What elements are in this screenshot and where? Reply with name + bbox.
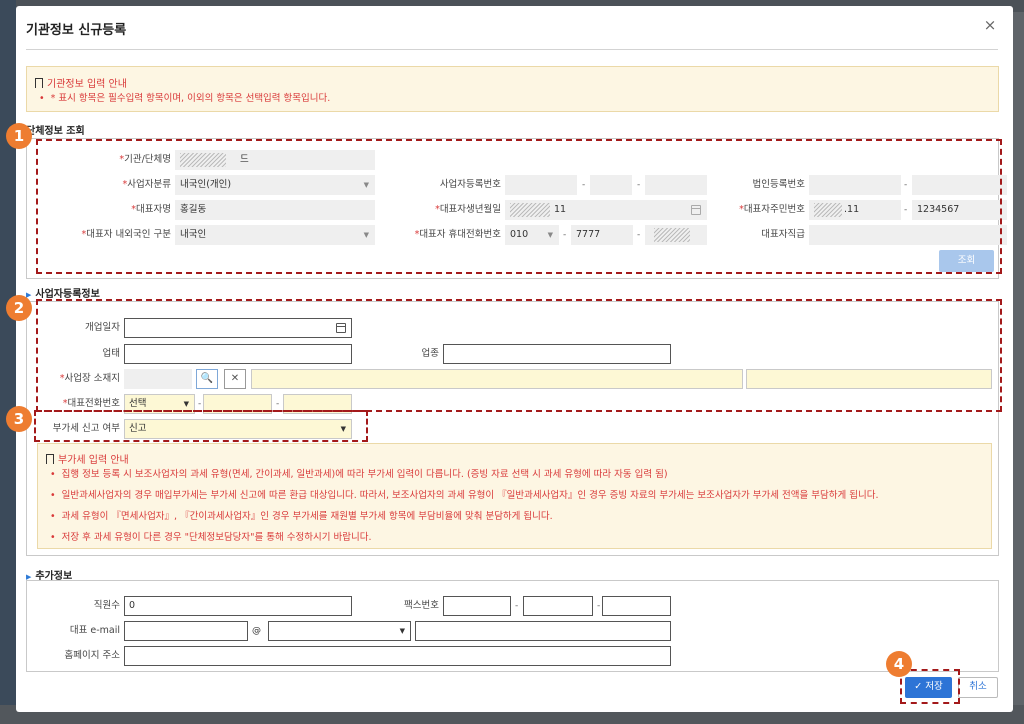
notice-list: * 표시 항목은 필수입력 항목이며, 이외의 항목은 선택입력 항목입니다. [39, 88, 331, 109]
fax-label: 팩스번호 [404, 600, 439, 611]
vat-notice-item: 일반과세사업자의 경우 매입부가세는 부가세 신고에 따른 환급 대상입니다. … [50, 485, 879, 506]
notice-item: * 표시 항목은 필수입력 항목이며, 이외의 항목은 선택입력 항목입니다. [39, 88, 331, 109]
section-heading-org: 단체정보 조회 [26, 126, 85, 137]
bookmark-icon [46, 453, 54, 467]
step-marker-3: 3 [6, 406, 32, 432]
fax-field-1[interactable] [443, 596, 511, 616]
vat-notice-item: 집행 정보 등록 시 보조사업자의 과세 유형(면세, 간이과세, 일반과세)에… [50, 464, 879, 485]
modal-title: 기관정보 신규등록 [26, 23, 127, 38]
close-icon[interactable]: × [980, 15, 1000, 35]
vat-notice-list: 집행 정보 등록 시 보조사업자의 과세 유형(면세, 간이과세, 일반과세)에… [50, 464, 879, 548]
title-divider [26, 49, 998, 50]
bookmark-icon [35, 77, 43, 91]
fax-field-3[interactable] [602, 596, 671, 616]
vat-notice-item: 과세 유형이 『면세사업자』, 『간이과세사업자』인 경우 부가세를 재원별 부… [50, 506, 879, 527]
step-marker-2: 2 [6, 295, 32, 321]
cancel-button[interactable]: 취소 [958, 677, 998, 698]
staff-input[interactable]: 0 [124, 596, 352, 616]
annotation-box-2 [36, 299, 1002, 412]
step-marker-4: 4 [886, 651, 912, 677]
annotation-box-3 [34, 410, 368, 442]
homepage-input[interactable] [124, 646, 671, 666]
email-label: 대표 e-mail [69, 625, 120, 636]
vat-notice-item: 저장 후 과세 유형이 다른 경우 "단체정보담당자"를 통해 수정하시기 바랍… [50, 527, 879, 548]
at-sign: @ [252, 626, 261, 636]
fax-field-2[interactable] [523, 596, 593, 616]
background-sidebar [0, 0, 16, 724]
staff-label: 직원수 [93, 600, 120, 611]
info-notice: 기관정보 입력 안내 * 표시 항목은 필수입력 항목이며, 이외의 항목은 선… [26, 66, 999, 112]
extra-info-box: 직원수 0 팩스번호 - - 대표 e-mail @ ▼ 홈페이지 주소 [26, 580, 999, 672]
annotation-box-4 [900, 669, 960, 704]
annotation-box-1 [36, 139, 1002, 274]
homepage-label: 홈페이지 주소 [64, 650, 120, 661]
section-heading-biz: ▶ 사업자등록정보 [26, 289, 100, 300]
step-marker-1: 1 [6, 123, 32, 149]
vat-notice: 부가세 입력 안내 집행 정보 등록 시 보조사업자의 과세 유형(면세, 간이… [37, 443, 992, 549]
email-domain-select[interactable]: ▼ [268, 621, 411, 641]
email-local-input[interactable] [124, 621, 248, 641]
email-domain-input[interactable] [415, 621, 671, 641]
separator: - [515, 601, 519, 611]
caret-down-icon: ▼ [399, 627, 405, 635]
separator: - [597, 601, 601, 611]
